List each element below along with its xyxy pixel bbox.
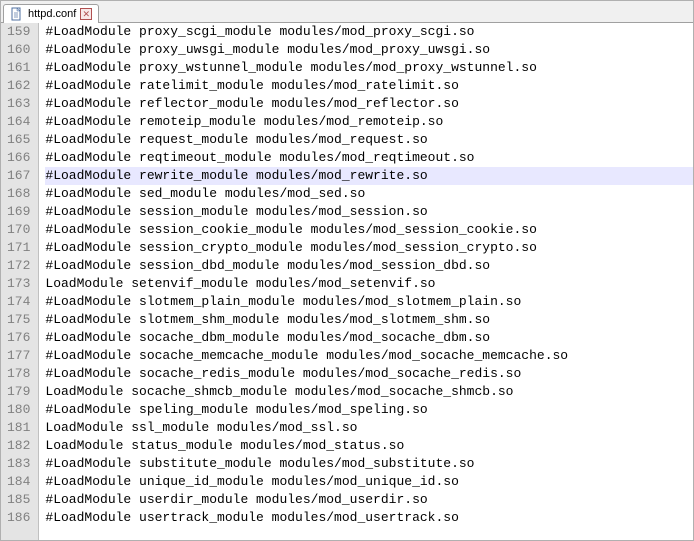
code-line[interactable]: LoadModule setenvif_module modules/mod_s… — [45, 275, 693, 293]
line-number: 160 — [7, 41, 30, 59]
editor[interactable]: 1591601611621631641651661671681691701711… — [1, 23, 693, 540]
line-number: 169 — [7, 203, 30, 221]
line-number: 183 — [7, 455, 30, 473]
code-line[interactable]: LoadModule status_module modules/mod_sta… — [45, 437, 693, 455]
line-number: 185 — [7, 491, 30, 509]
line-number: 167 — [7, 167, 30, 185]
line-number: 178 — [7, 365, 30, 383]
line-number: 180 — [7, 401, 30, 419]
code-line[interactable]: #LoadModule proxy_uwsgi_module modules/m… — [45, 41, 693, 59]
code-line[interactable]: #LoadModule proxy_wstunnel_module module… — [45, 59, 693, 77]
line-number: 184 — [7, 473, 30, 491]
line-number: 181 — [7, 419, 30, 437]
line-number: 172 — [7, 257, 30, 275]
code-line[interactable]: #LoadModule slotmem_shm_module modules/m… — [45, 311, 693, 329]
code-line[interactable]: #LoadModule speling_module modules/mod_s… — [45, 401, 693, 419]
code-line[interactable]: #LoadModule session_cookie_module module… — [45, 221, 693, 239]
code-line[interactable]: #LoadModule slotmem_plain_module modules… — [45, 293, 693, 311]
line-number: 163 — [7, 95, 30, 113]
line-number: 182 — [7, 437, 30, 455]
code-area[interactable]: #LoadModule proxy_scgi_module modules/mo… — [39, 23, 693, 540]
code-line[interactable]: #LoadModule socache_dbm_module modules/m… — [45, 329, 693, 347]
code-line[interactable]: #LoadModule ratelimit_module modules/mod… — [45, 77, 693, 95]
tab-bar: httpd.conf ✕ — [1, 1, 693, 23]
line-number: 168 — [7, 185, 30, 203]
code-line[interactable]: #LoadModule session_module modules/mod_s… — [45, 203, 693, 221]
code-line[interactable]: #LoadModule socache_memcache_module modu… — [45, 347, 693, 365]
code-line[interactable]: #LoadModule reflector_module modules/mod… — [45, 95, 693, 113]
code-line[interactable]: #LoadModule session_crypto_module module… — [45, 239, 693, 257]
line-number: 170 — [7, 221, 30, 239]
code-line[interactable]: LoadModule ssl_module modules/mod_ssl.so — [45, 419, 693, 437]
code-line[interactable]: #LoadModule reqtimeout_module modules/mo… — [45, 149, 693, 167]
file-icon — [10, 7, 24, 21]
line-number: 159 — [7, 23, 30, 41]
code-line[interactable]: #LoadModule sed_module modules/mod_sed.s… — [45, 185, 693, 203]
line-number: 161 — [7, 59, 30, 77]
line-number: 177 — [7, 347, 30, 365]
line-number-gutter: 1591601611621631641651661671681691701711… — [1, 23, 39, 540]
line-number: 171 — [7, 239, 30, 257]
line-number: 176 — [7, 329, 30, 347]
line-number: 174 — [7, 293, 30, 311]
code-line[interactable]: #LoadModule userdir_module modules/mod_u… — [45, 491, 693, 509]
line-number: 179 — [7, 383, 30, 401]
line-number: 175 — [7, 311, 30, 329]
line-number: 165 — [7, 131, 30, 149]
line-number: 166 — [7, 149, 30, 167]
tab-httpd-conf[interactable]: httpd.conf ✕ — [3, 4, 99, 23]
line-number: 164 — [7, 113, 30, 131]
close-icon[interactable]: ✕ — [80, 8, 92, 20]
code-line[interactable]: #LoadModule unique_id_module modules/mod… — [45, 473, 693, 491]
tab-label: httpd.conf — [28, 8, 76, 20]
line-number: 186 — [7, 509, 30, 527]
code-line[interactable]: #LoadModule session_dbd_module modules/m… — [45, 257, 693, 275]
code-line[interactable]: #LoadModule usertrack_module modules/mod… — [45, 509, 693, 527]
code-line[interactable]: #LoadModule proxy_scgi_module modules/mo… — [45, 23, 693, 41]
code-line[interactable]: #LoadModule substitute_module modules/mo… — [45, 455, 693, 473]
code-line[interactable]: #LoadModule remoteip_module modules/mod_… — [45, 113, 693, 131]
code-line[interactable]: #LoadModule request_module modules/mod_r… — [45, 131, 693, 149]
line-number: 162 — [7, 77, 30, 95]
code-line[interactable]: LoadModule socache_shmcb_module modules/… — [45, 383, 693, 401]
code-line[interactable]: #LoadModule rewrite_module modules/mod_r… — [45, 167, 693, 185]
code-line[interactable]: #LoadModule socache_redis_module modules… — [45, 365, 693, 383]
line-number: 173 — [7, 275, 30, 293]
